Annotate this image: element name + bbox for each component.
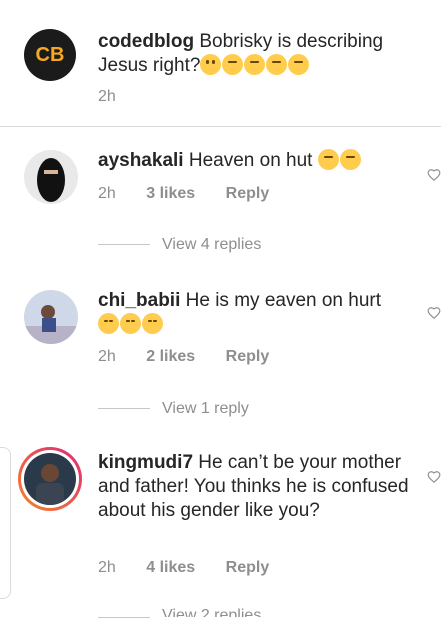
hugging-face-emoji-icon: [98, 313, 119, 334]
ayshakali-avatar[interactable]: [24, 150, 78, 204]
side-panel-edge: [0, 447, 11, 599]
story-ring-inner: [21, 450, 79, 508]
caption-text: codedblog Bobrisky is describing Jesus r…: [98, 30, 418, 78]
view-replies-link[interactable]: View 2 replies: [162, 607, 261, 617]
comment-text: ayshakali Heaven on hut: [98, 149, 398, 173]
chi_babii-avatar[interactable]: [24, 290, 78, 344]
comment-body: He is my eaven on hurt: [185, 290, 382, 311]
codedblog-avatar[interactable]: CB: [24, 29, 76, 81]
comment-body: Heaven on hut: [188, 150, 313, 171]
divider: [0, 126, 441, 127]
comment-username[interactable]: chi_babii: [98, 290, 180, 311]
comment-text: chi_babii He is my eaven on hurt: [98, 289, 410, 337]
hugging-face-emoji-icon: [142, 313, 163, 334]
logo-initials: CB: [35, 43, 65, 66]
man-profile-image: [36, 464, 64, 505]
hugging-face-emoji-icon: [120, 313, 141, 334]
tears-of-joy-emoji-icon: [244, 54, 266, 75]
tears-of-joy-emoji-icon: [317, 149, 339, 170]
comment-time: 2h: [98, 185, 116, 202]
comment-time: 2h: [98, 559, 116, 576]
heart-icon[interactable]: [427, 470, 441, 484]
comment-text: kingmudi7 He can’t be your mother and fa…: [98, 451, 418, 523]
likes-count[interactable]: 4 likes: [146, 559, 195, 576]
comment-username[interactable]: ayshakali: [98, 150, 184, 171]
view-replies-link[interactable]: View 4 replies: [162, 236, 261, 254]
tears-of-joy-emoji-icon: [339, 149, 361, 170]
view-replies-link[interactable]: View 1 reply: [162, 400, 249, 418]
comment-time: 2h: [98, 348, 116, 365]
kingmudi7-avatar[interactable]: [18, 447, 82, 511]
replies-divider: [98, 408, 150, 409]
heart-icon[interactable]: [427, 306, 441, 320]
tears-of-joy-emoji-icon: [288, 54, 310, 75]
profile-photo: [24, 453, 76, 505]
likes-count[interactable]: 2 likes: [146, 348, 195, 365]
rolling-laugh-emoji-icon: [222, 54, 244, 75]
replies-divider: [98, 244, 150, 245]
comment-meta: 2h 2 likes Reply: [98, 348, 348, 366]
niqab-profile-image: [37, 158, 65, 202]
caption-username[interactable]: codedblog: [98, 31, 194, 52]
tears-of-joy-emoji-icon: [266, 54, 288, 75]
likes-count[interactable]: 3 likes: [146, 185, 195, 202]
caption-time: 2h: [98, 88, 116, 105]
heart-icon[interactable]: [427, 168, 441, 182]
comment-username[interactable]: kingmudi7: [98, 452, 193, 473]
reply-button[interactable]: Reply: [226, 185, 270, 202]
weary-face-emoji-icon: [200, 54, 222, 75]
comment-meta: 2h 3 likes Reply: [98, 185, 348, 203]
reply-button[interactable]: Reply: [226, 559, 270, 576]
post-caption: CB codedblog Bobrisky is describing Jesu…: [0, 0, 441, 126]
comment-meta: 2h 4 likes Reply: [98, 559, 348, 577]
reply-button[interactable]: Reply: [226, 348, 270, 365]
profile-photo: [24, 305, 78, 344]
